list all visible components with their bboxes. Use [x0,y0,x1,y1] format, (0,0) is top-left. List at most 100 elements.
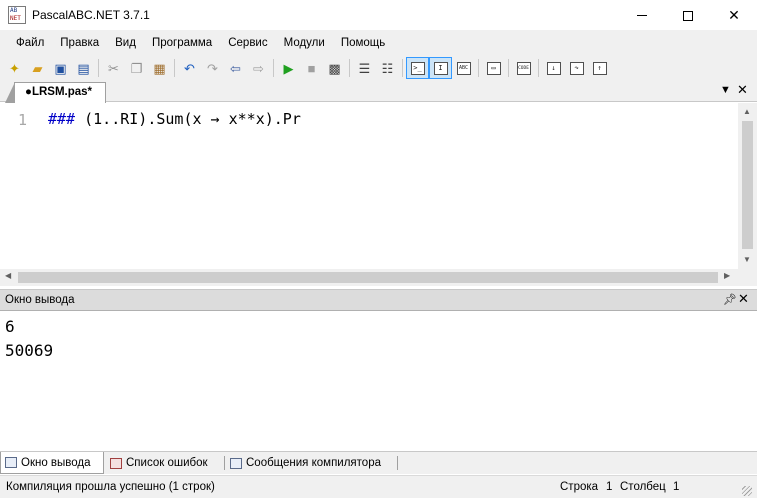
paste-button[interactable]: ▦ [148,57,171,79]
format-code-button[interactable]: ABC [452,57,475,79]
menu-service[interactable]: Сервис [220,33,275,53]
maximize-button[interactable] [665,0,711,31]
row-label: Строка [560,481,599,493]
tab-close-icon[interactable]: ✕ [737,82,748,98]
redo-button[interactable]: ↷ [201,57,224,79]
horizontal-scroll-thumb[interactable] [18,272,718,283]
menu-view[interactable]: Вид [107,33,144,53]
scroll-up-icon[interactable]: ▲ [743,107,751,116]
menu-program[interactable]: Программа [144,33,220,53]
menu-file[interactable]: Файл [8,33,52,53]
form-designer-icon: ▭ [486,61,501,75]
title-bar: AB NET PascalABC.NET 3.7.1 ✕ [0,0,757,31]
maximize-icon [683,10,693,21]
step-out-button[interactable]: ↑ [588,57,611,79]
output-line: 50069 [5,341,54,360]
stop-icon: ■ [307,60,316,76]
navigate-back-icon: ⇦ [230,60,241,76]
new-file-icon: ✦ [9,60,20,76]
pin-icon[interactable]: 📌︎ [723,293,737,306]
code-line[interactable]: ### (1..RI).Sum(x → x**x).Pr [48,110,301,128]
uncomment-button[interactable]: ☷ [376,57,399,79]
document-tab-strip: ●LRSM.pas* ▼ ✕ [0,81,757,103]
resize-grip[interactable] [742,486,752,496]
immediate-window-icon: I [433,61,448,75]
output-text-area[interactable]: 6 50069 [0,310,757,451]
tab-output-label: Окно вывода [21,456,91,469]
comment-icon: ☰ [358,60,371,76]
tab-lrsm[interactable]: ●LRSM.pas* [5,82,106,103]
tab-error-list[interactable]: Список ошибок [106,452,224,474]
output-close-icon[interactable]: ✕ [738,291,749,307]
toolbar-separator [273,59,274,77]
step-out-icon: ↑ [592,61,607,75]
navigate-back-button[interactable]: ⇦ [224,57,247,79]
scroll-right-icon[interactable]: ▶ [724,271,730,280]
line-number: 1 [18,111,28,129]
code-view-button[interactable]: CODE [512,57,535,79]
navigate-forward-button[interactable]: ⇨ [247,57,270,79]
step-over-icon: ↷ [569,61,584,75]
status-message: Компиляция прошла успешно (1 строк) [6,481,215,493]
code-text: (1..RI).Sum(x → x**x).Pr [75,110,301,128]
toolbar-separator [174,59,175,77]
code-view-icon: CODE [516,61,531,75]
tab-list-dropdown-icon[interactable]: ▼ [720,84,731,96]
step-into-button[interactable]: ↓ [542,57,565,79]
compiler-messages-icon [230,457,242,469]
compile-button[interactable]: ▩ [323,57,346,79]
redo-icon: ↷ [207,60,218,76]
menu-modules[interactable]: Модули [276,33,333,53]
output-window-tab-icon [5,457,17,468]
cut-button[interactable]: ✂ [102,57,125,79]
tab-output-window[interactable]: Окно вывода [0,452,104,474]
error-list-icon [110,457,122,469]
undo-button[interactable]: ↶ [178,57,201,79]
tab-compiler-messages[interactable]: Сообщения компилятора [226,452,396,474]
row-value: 1 [606,481,613,493]
cut-icon: ✂ [108,60,119,76]
column-label: Столбец [620,481,666,493]
app-icon: AB NET [8,6,26,24]
scroll-left-icon[interactable]: ◀ [5,271,11,280]
toolbar-separator [402,59,403,77]
open-button[interactable]: ▰ [26,57,49,79]
tab-separator [397,456,398,470]
code-editor[interactable]: 1 ### (1..RI).Sum(x → x**x).Pr ▲ ▼ ◀ ▶ [0,103,757,286]
tab-compiler-label: Сообщения компилятора [246,457,381,469]
tab-separator [224,456,225,470]
minimize-button[interactable] [619,0,665,31]
horizontal-scrollbar[interactable]: ◀ ▶ [0,269,738,286]
close-button[interactable]: ✕ [711,0,757,31]
window-title: PascalABC.NET 3.7.1 [32,8,150,22]
new-file-button[interactable]: ✦ [3,57,26,79]
copy-icon: ❐ [130,60,143,76]
output-window-icon: >_ [410,61,425,75]
output-line: 6 [5,317,15,336]
step-over-button[interactable]: ↷ [565,57,588,79]
copy-button[interactable]: ❐ [125,57,148,79]
menu-help[interactable]: Помощь [333,33,393,53]
toolbar-separator [538,59,539,77]
vertical-scroll-thumb[interactable] [742,121,753,249]
scroll-down-icon[interactable]: ▼ [743,255,751,264]
output-window-toggle[interactable]: >_ [406,57,429,79]
toolbar-separator [349,59,350,77]
stop-button[interactable]: ■ [300,57,323,79]
save-button[interactable]: ▣ [49,57,72,79]
undo-icon: ↶ [184,60,195,76]
toolbar: ✦ ▰ ▣ ▤ ✂ ❐ ▦ ↶ ↷ ⇦ ⇨ ▶ ■ ▩ ☰ ☷ >_ I ABC… [0,55,757,81]
vertical-scrollbar[interactable]: ▲ ▼ [738,103,757,269]
paste-icon: ▦ [153,60,166,76]
column-value: 1 [673,481,680,493]
toolbar-separator [98,59,99,77]
close-icon: ✕ [728,7,740,23]
comment-button[interactable]: ☰ [353,57,376,79]
code-keyword: ### [48,110,76,128]
menu-edit[interactable]: Правка [52,33,107,53]
tab-errors-label: Список ошибок [126,457,208,469]
form-designer-button[interactable]: ▭ [482,57,505,79]
immediate-window-toggle[interactable]: I [429,57,452,79]
save-all-button[interactable]: ▤ [72,57,95,79]
run-button[interactable]: ▶ [277,57,300,79]
